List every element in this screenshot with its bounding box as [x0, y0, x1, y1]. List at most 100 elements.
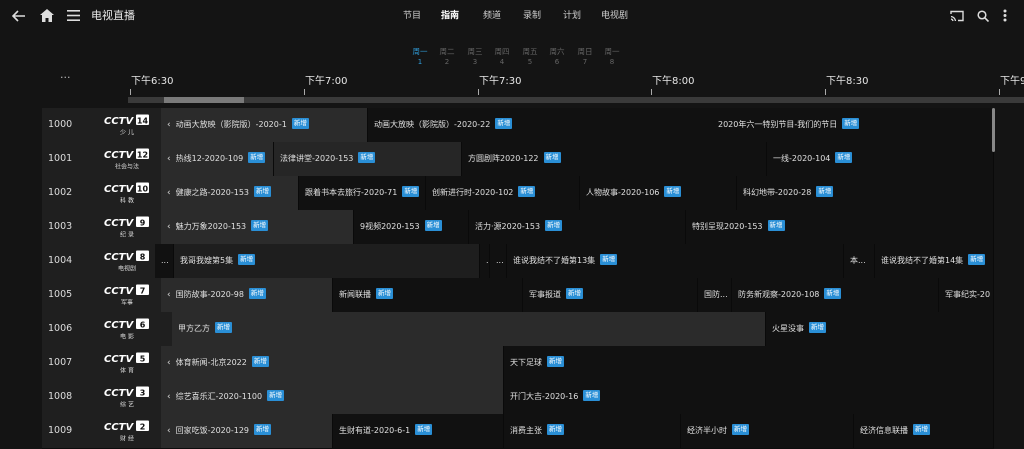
- channel-logo[interactable]: CCTV 3 综 艺: [104, 385, 150, 409]
- program-cell[interactable]: 方圆剧阵2020-122 新增: [462, 142, 767, 176]
- program-cell[interactable]: 消费主张 新增: [504, 414, 681, 448]
- tab-programs[interactable]: 节目: [403, 9, 421, 23]
- channel-logo-name: 体 育: [120, 367, 134, 375]
- more-vertical-icon[interactable]: [1003, 9, 1007, 22]
- channel-logo-number: 8: [140, 252, 146, 261]
- program-cell[interactable]: 科幻地带-2020-28 新增: [737, 176, 994, 210]
- program-title: 科幻地带-2020-28: [743, 188, 812, 197]
- program-cell[interactable]: 防务新观察-2020-108 新增: [732, 278, 939, 312]
- program-cell[interactable]: 军事纪实-20: [939, 278, 994, 312]
- channel-logo[interactable]: CCTV 8 电视剧: [104, 249, 150, 273]
- program-title: 开门大吉-2020-16: [510, 392, 579, 401]
- tab-schedule[interactable]: 计划: [563, 9, 581, 23]
- menu-icon[interactable]: [67, 10, 80, 21]
- new-badge: 新增: [566, 288, 583, 299]
- program-cell[interactable]: 新闻联播 新增: [333, 278, 523, 312]
- home-icon[interactable]: [40, 9, 54, 22]
- scrollbar-thumb[interactable]: [164, 97, 244, 103]
- new-badge: 新增: [254, 186, 272, 197]
- day-tab[interactable]: 周五 5: [519, 47, 541, 67]
- more-options-button[interactable]: ···: [60, 72, 71, 84]
- day-tab[interactable]: 周一 8: [601, 47, 623, 67]
- program-cell[interactable]: 活力·源2020-153 新增: [469, 210, 686, 244]
- program-cell[interactable]: 天下足球 新增: [504, 346, 994, 380]
- program-cell[interactable]: ...: [480, 244, 490, 278]
- channel-logo-name: 综 艺: [120, 401, 134, 409]
- day-tab[interactable]: 周六 6: [546, 47, 568, 67]
- program-cell[interactable]: ...: [490, 244, 507, 278]
- program-cell[interactable]: 法律讲堂-2020-153 新增: [274, 142, 462, 176]
- program-cell[interactable]: 谁说我结不了婚第13集 新增: [507, 244, 844, 278]
- program-title: 动画大放映（影院版）-2020-1: [175, 120, 287, 129]
- day-tab[interactable]: 周一 1: [409, 47, 431, 67]
- day-tab[interactable]: 周四 4: [491, 47, 513, 67]
- tab-guide[interactable]: 指南: [441, 9, 459, 23]
- horizontal-scrollbar[interactable]: [128, 97, 1024, 103]
- search-icon[interactable]: [977, 10, 989, 22]
- program-cell[interactable]: 本...: [844, 244, 875, 278]
- cast-icon[interactable]: [950, 10, 964, 22]
- channel-logo[interactable]: CCTV 5 体 育: [104, 351, 150, 375]
- back-arrow-icon[interactable]: [12, 10, 26, 22]
- program-cell[interactable]: 经济半小时 新增: [681, 414, 854, 448]
- program-cell[interactable]: ‹ 体育新闻-北京2022 新增: [161, 346, 504, 380]
- channel-logo-name: 科 教: [120, 197, 134, 205]
- time-label: 下午8:30: [826, 76, 869, 87]
- channel-row: 1002 CCTV 10 科 教 ‹ 健康之路-2020-153 新增 跟着书本去旅行-202…: [42, 176, 994, 211]
- program-cell[interactable]: ‹ 综艺喜乐汇-2020-1100 新增: [161, 380, 504, 414]
- program-title: 回家吃饭-2020-129: [175, 426, 250, 435]
- day-tab[interactable]: 周三 3: [464, 47, 486, 67]
- channel-logo[interactable]: CCTV 9 纪 录: [104, 215, 150, 239]
- program-title: 9视频2020-153: [360, 222, 420, 231]
- program-cell[interactable]: ‹ 国防故事-2020-98 新增: [161, 278, 333, 312]
- new-badge: 新增: [267, 390, 285, 401]
- program-title: 法律讲堂-2020-153: [280, 154, 354, 163]
- channel-logo[interactable]: CCTV 6 电 影: [104, 317, 150, 341]
- program-cell[interactable]: 特别呈现2020-153 新增: [686, 210, 994, 244]
- program-cell[interactable]: 9视频2020-153 新增: [354, 210, 469, 244]
- program-cell[interactable]: 国防...: [698, 278, 732, 312]
- program-cell[interactable]: 生财有道-2020-6-1 新增: [333, 414, 504, 448]
- program-title: 军事报道: [529, 290, 561, 299]
- new-badge: 新增: [424, 220, 442, 231]
- program-cell[interactable]: ...: [155, 244, 174, 278]
- program-title: 健康之路-2020-153: [175, 188, 250, 197]
- day-tab[interactable]: 周二 2: [436, 47, 458, 67]
- channel-logo[interactable]: CCTV 12 社会与法: [104, 147, 150, 171]
- program-cell[interactable]: ‹ 热线12-2020-109 新增: [161, 142, 274, 176]
- program-cell[interactable]: ‹ 回家吃饭-2020-129 新增: [161, 414, 333, 448]
- tab-channels[interactable]: 频道: [483, 9, 501, 23]
- day-number: 6: [554, 58, 560, 66]
- channel-row: 1007 CCTV 5 体 育 ‹ 体育新闻-北京2022 新增 天下足球 新增: [42, 346, 994, 381]
- channel-logo[interactable]: CCTV 10科 教: [104, 181, 150, 205]
- program-cell[interactable]: 经济信息联播 新增: [854, 414, 994, 448]
- program-cell[interactable]: 2020年六一特别节目-我们的节日 新增: [712, 108, 994, 142]
- chevron-left-icon: ‹: [167, 188, 171, 198]
- channel-logo[interactable]: CCTV 14少 儿: [104, 113, 150, 137]
- program-title: 谁说我结不了婚第13集: [513, 256, 596, 265]
- program-cell[interactable]: 甲方乙方 新增: [172, 312, 766, 346]
- program-cell[interactable]: ‹ 健康之路-2020-153 新增: [161, 176, 299, 210]
- program-cell[interactable]: 火星没事 新增: [766, 312, 994, 346]
- day-tab[interactable]: 周日 7: [574, 47, 596, 67]
- day-label: 周日: [577, 47, 593, 56]
- new-badge: 新增: [518, 186, 536, 197]
- tab-tv-series[interactable]: 电视剧: [601, 9, 628, 23]
- tab-recordings[interactable]: 录制: [523, 9, 541, 23]
- channel-logo[interactable]: CCTV 2 财 经: [104, 419, 150, 443]
- program-cell[interactable]: 跟着书本去旅行-2020-71 新增: [299, 176, 426, 210]
- channel-number: 1006: [48, 323, 73, 334]
- program-cell[interactable]: ‹ 动画大放映（影院版）-2020-1 新增: [161, 108, 368, 142]
- program-cell[interactable]: 开门大吉-2020-16 新增: [504, 380, 994, 414]
- vertical-scrollbar[interactable]: [992, 108, 995, 152]
- program-cell[interactable]: 一线-2020-104 新增: [767, 142, 994, 176]
- program-cell[interactable]: 创新进行时-2020-102 新增: [426, 176, 580, 210]
- channel-row: 1006 CCTV 6 电 影甲方乙方 新增 火星没事 新增: [42, 312, 994, 347]
- program-cell[interactable]: 人物故事-2020-106 新增: [580, 176, 737, 210]
- program-cell[interactable]: ‹ 魅力万象2020-153 新增: [161, 210, 354, 244]
- channel-logo[interactable]: CCTV 7 军事: [104, 283, 150, 307]
- program-cell[interactable]: 我哥我嫂第5集 新增: [174, 244, 480, 278]
- program-cell[interactable]: 谁说我结不了婚第14集 新增: [875, 244, 994, 278]
- program-cell[interactable]: 军事报道 新增: [523, 278, 698, 312]
- program-title: 跟着书本去旅行-2020-71: [305, 188, 398, 197]
